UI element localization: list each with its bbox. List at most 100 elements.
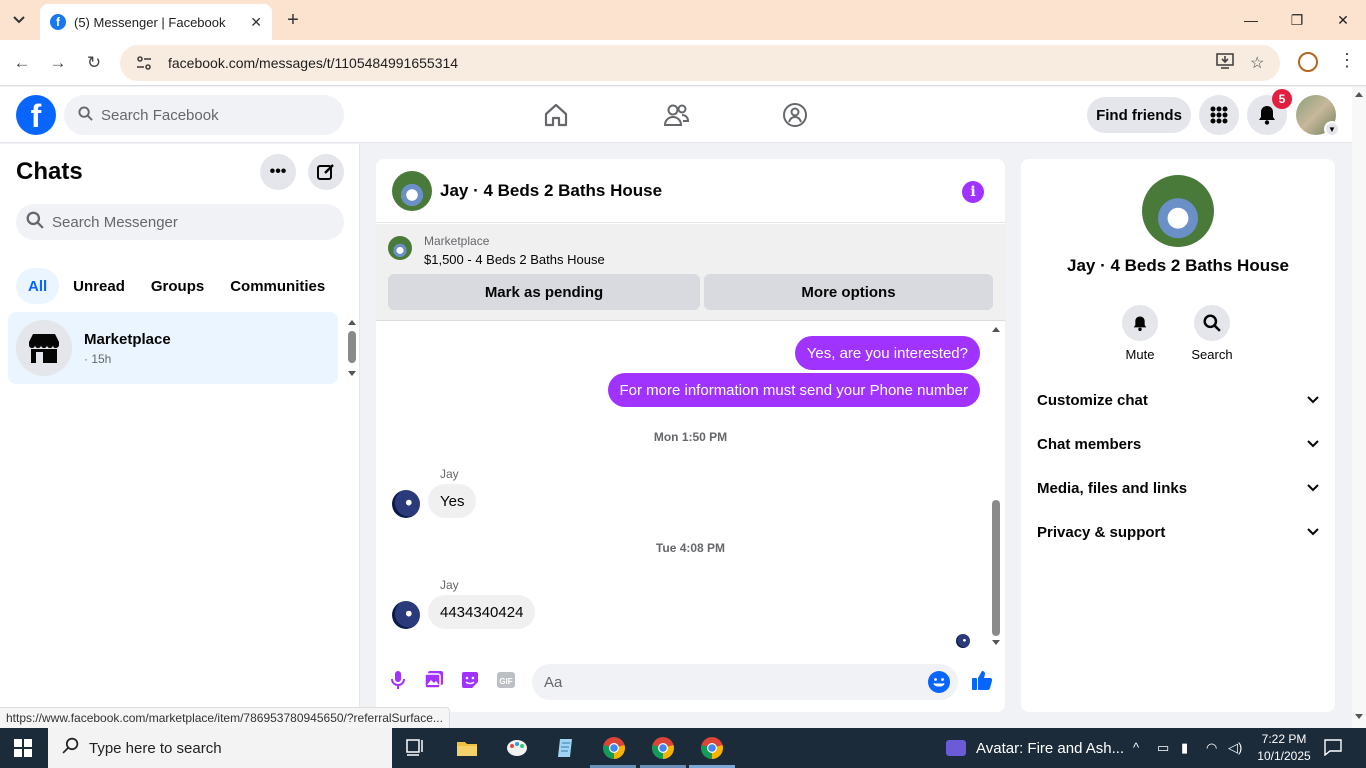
gif-icon[interactable]: GIF bbox=[494, 668, 518, 692]
show-hidden-icons-icon[interactable]: ^ bbox=[1133, 740, 1139, 755]
emoji-icon[interactable] bbox=[928, 671, 950, 693]
new-tab-button[interactable]: + bbox=[282, 8, 304, 32]
browser-tab[interactable]: f (5) Messenger | Facebook ✕ bbox=[40, 4, 272, 40]
chat-details-panel: Jay · 4 Beds 2 Baths House Mute Search C… bbox=[1021, 159, 1335, 712]
media-play-icon bbox=[946, 740, 966, 756]
url-text: facebook.com/messages/t/1105484991655314 bbox=[168, 55, 459, 71]
task-view-icon[interactable] bbox=[403, 736, 429, 760]
battery-icon[interactable]: ▮ bbox=[1181, 740, 1188, 756]
outgoing-message[interactable]: For more information must send your Phon… bbox=[607, 373, 980, 407]
file-explorer-icon[interactable] bbox=[454, 736, 480, 760]
friends-icon[interactable] bbox=[660, 99, 692, 131]
listing-price-title[interactable]: $1,500 - 4 Beds 2 Baths House bbox=[424, 252, 605, 267]
customize-chat-section[interactable]: Customize chat bbox=[1037, 378, 1319, 422]
page-scrollbar[interactable] bbox=[1352, 87, 1366, 728]
facebook-logo-icon[interactable]: f bbox=[16, 95, 56, 135]
more-options-button[interactable]: More options bbox=[704, 274, 993, 310]
mute-action[interactable]: Mute bbox=[1110, 305, 1170, 362]
conversation-header[interactable]: Jay · 4 Beds 2 Baths House i bbox=[376, 159, 1005, 223]
search-action[interactable]: Search bbox=[1182, 305, 1242, 362]
tab-title: (5) Messenger | Facebook bbox=[74, 14, 226, 30]
media-files-links-section[interactable]: Media, files and links bbox=[1037, 466, 1319, 510]
paint-app-icon[interactable] bbox=[504, 736, 530, 760]
chrome-active-icon[interactable] bbox=[699, 736, 725, 760]
more-options-icon[interactable]: ••• bbox=[260, 154, 296, 190]
chrome-profile-2-icon[interactable] bbox=[650, 736, 676, 760]
messenger-search-input[interactable]: Search Messenger bbox=[16, 204, 344, 240]
message-input[interactable]: Aa bbox=[532, 664, 958, 700]
back-button[interactable]: ← bbox=[11, 52, 33, 74]
message-input-placeholder: Aa bbox=[544, 673, 563, 691]
groups-icon[interactable] bbox=[779, 99, 811, 131]
meet-now-icon[interactable]: ▭ bbox=[1157, 740, 1169, 756]
browser-tab-bar: f (5) Messenger | Facebook ✕ + — ❐ ✕ bbox=[0, 0, 1366, 40]
taskbar-search-input[interactable]: Type here to search bbox=[48, 728, 392, 768]
chat-list-scrollbar[interactable] bbox=[346, 316, 358, 380]
restore-button[interactable]: ❐ bbox=[1274, 0, 1320, 40]
search-icon bbox=[78, 105, 93, 125]
url-omnibox[interactable]: facebook.com/messages/t/1105484991655314… bbox=[120, 45, 1280, 81]
site-settings-icon[interactable] bbox=[134, 53, 154, 73]
facebook-search-placeholder: Search Facebook bbox=[101, 106, 219, 124]
notification-count-badge: 5 bbox=[1272, 89, 1292, 109]
scrollbar-thumb[interactable] bbox=[992, 500, 1000, 636]
thumbs-up-icon[interactable] bbox=[970, 668, 994, 692]
menu-grid-icon[interactable] bbox=[1199, 95, 1239, 135]
account-avatar[interactable]: ▼ bbox=[1296, 95, 1340, 137]
sticker-icon[interactable] bbox=[458, 668, 482, 692]
account-chevron-icon: ▼ bbox=[1324, 121, 1340, 137]
incoming-message[interactable]: Yes bbox=[428, 484, 477, 518]
details-title: Jay · 4 Beds 2 Baths House bbox=[1066, 256, 1290, 275]
notification-center-icon[interactable] bbox=[1324, 738, 1342, 759]
filter-communities[interactable]: Communities bbox=[218, 268, 337, 304]
sender-avatar[interactable] bbox=[392, 601, 420, 629]
status-bar-url: https://www.facebook.com/marketplace/ite… bbox=[0, 707, 450, 729]
marketplace-listing-bar: Marketplace $1,500 - 4 Beds 2 Baths Hous… bbox=[376, 224, 1005, 321]
listing-thumbnail[interactable] bbox=[388, 236, 412, 260]
filter-groups[interactable]: Groups bbox=[139, 268, 216, 304]
outgoing-message[interactable]: Yes, are you interested? bbox=[794, 336, 980, 370]
sender-avatar[interactable] bbox=[392, 490, 420, 518]
privacy-support-section[interactable]: Privacy & support bbox=[1037, 510, 1319, 554]
volume-icon[interactable]: ◁) bbox=[1228, 740, 1242, 756]
notepad-app-icon[interactable] bbox=[553, 736, 579, 760]
facebook-header: f Search Facebook Find friends 5 ▼ bbox=[0, 87, 1352, 143]
chats-title: Chats bbox=[16, 158, 83, 185]
browser-menu-icon[interactable]: ⋮ bbox=[1338, 50, 1356, 71]
microphone-icon[interactable] bbox=[386, 668, 410, 692]
tab-search-dropdown-icon[interactable] bbox=[6, 8, 32, 32]
chrome-profile-1-icon[interactable] bbox=[601, 736, 627, 760]
conversation-title: Jay · 4 Beds 2 Baths House bbox=[440, 180, 663, 200]
facebook-search-input[interactable]: Search Facebook bbox=[64, 95, 344, 135]
listing-large-avatar bbox=[1142, 175, 1214, 247]
search-icon bbox=[26, 211, 44, 233]
forward-button[interactable]: → bbox=[47, 52, 69, 74]
minimize-button[interactable]: — bbox=[1228, 0, 1274, 40]
filter-all[interactable]: All bbox=[16, 268, 60, 304]
media-widget[interactable]: Avatar: Fire and Ash... bbox=[946, 728, 1124, 768]
browser-profile-icon[interactable] bbox=[1298, 52, 1318, 72]
sender-name: Jay bbox=[440, 467, 459, 481]
chat-members-section[interactable]: Chat members bbox=[1037, 422, 1319, 466]
wifi-icon[interactable]: ◠ bbox=[1206, 740, 1217, 756]
windows-start-icon[interactable] bbox=[14, 739, 32, 757]
mark-as-pending-button[interactable]: Mark as pending bbox=[388, 274, 700, 310]
home-icon[interactable] bbox=[540, 99, 572, 131]
photo-attach-icon[interactable] bbox=[422, 668, 446, 692]
taskbar-search-placeholder: Type here to search bbox=[89, 739, 222, 757]
install-app-icon[interactable] bbox=[1216, 53, 1234, 74]
reload-button[interactable]: ↻ bbox=[83, 52, 105, 74]
section-label: Customize chat bbox=[1037, 391, 1148, 409]
conversation-info-icon[interactable]: i bbox=[962, 181, 984, 203]
message-scrollbar[interactable] bbox=[990, 322, 1002, 652]
chat-filter-tabs: All Unread Groups Communities bbox=[16, 268, 339, 304]
filter-unread[interactable]: Unread bbox=[61, 268, 137, 304]
find-friends-button[interactable]: Find friends bbox=[1087, 97, 1191, 133]
chat-list-item[interactable]: Marketplace · 15h bbox=[8, 312, 338, 384]
bookmark-star-icon[interactable]: ☆ bbox=[1250, 53, 1264, 73]
tab-close-icon[interactable]: ✕ bbox=[250, 14, 262, 31]
close-window-button[interactable]: ✕ bbox=[1320, 0, 1366, 40]
incoming-message[interactable]: 4434340424 bbox=[428, 595, 536, 629]
new-message-icon[interactable] bbox=[308, 154, 344, 190]
system-clock[interactable]: 7:22 PM 10/1/2025 bbox=[1256, 731, 1312, 765]
